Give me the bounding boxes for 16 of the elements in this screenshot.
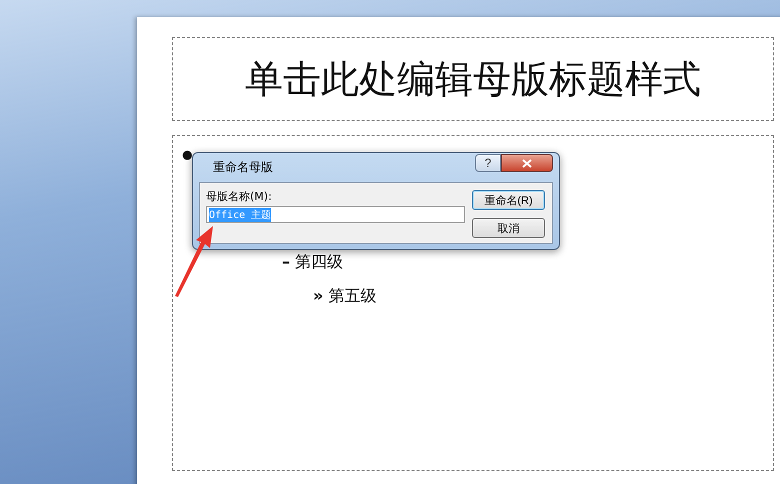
close-icon — [522, 158, 532, 168]
bullet-marker: • — [179, 142, 196, 172]
arrow-icon — [175, 226, 213, 297]
dialog-button[interactable]: 重命名(R) — [472, 190, 545, 210]
bullet-marker: » — [313, 286, 324, 305]
dialog-button[interactable]: 取消 — [472, 218, 545, 238]
body-text: 第四级 — [295, 252, 343, 273]
help-button[interactable]: ? — [475, 154, 501, 172]
body-text: 第五级 — [328, 286, 376, 307]
title-placeholder[interactable]: 单击此处编辑母版标题样式 — [172, 37, 774, 121]
close-button[interactable] — [501, 154, 553, 172]
field-label: 母版名称(M): — [206, 189, 273, 204]
slide-title: 单击此处编辑母版标题样式 — [245, 56, 701, 102]
field-value: Office 主题 — [209, 208, 272, 222]
bullet-marker: – — [282, 252, 290, 271]
dialog-title: 重命名母版 — [212, 159, 273, 176]
